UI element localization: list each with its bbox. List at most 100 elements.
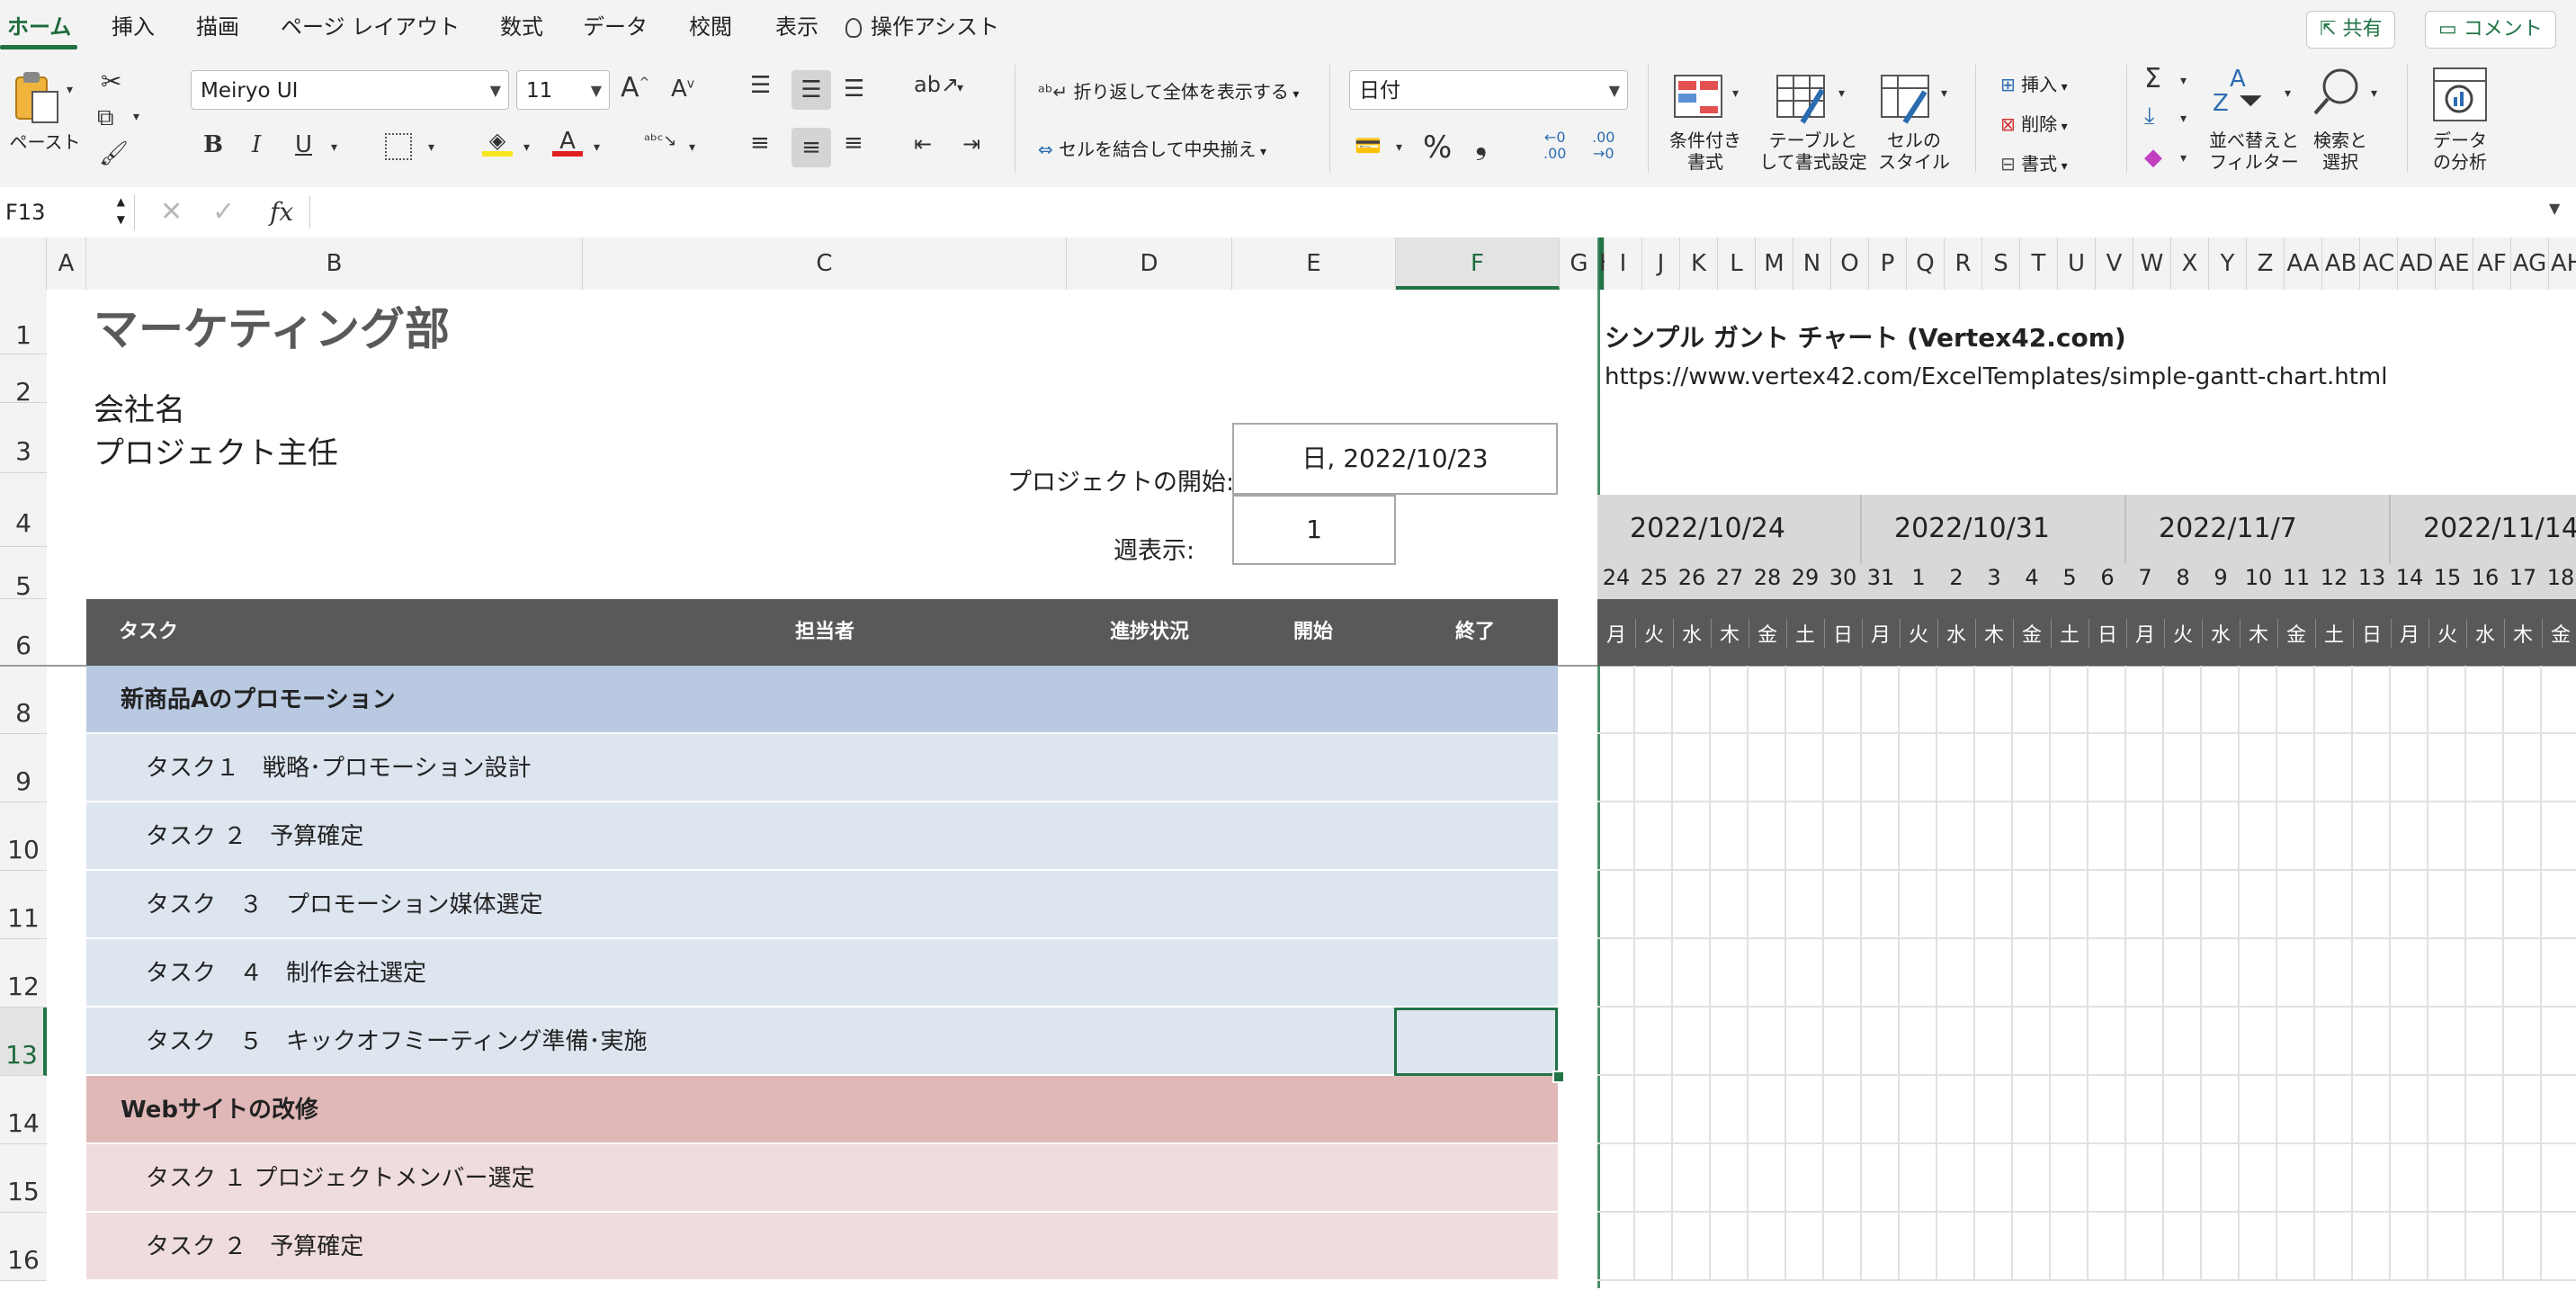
gantt-cell[interactable] — [2051, 734, 2089, 802]
gantt-cell[interactable] — [2013, 734, 2051, 802]
gantt-cell[interactable] — [1635, 939, 1673, 1008]
gantt-cell[interactable] — [1597, 871, 1635, 939]
gantt-cell[interactable] — [2089, 1008, 2126, 1076]
gantt-cell[interactable] — [1786, 939, 1824, 1008]
gantt-cell[interactable] — [2277, 871, 2315, 939]
gantt-cell[interactable] — [1900, 1213, 1937, 1281]
gantt-cell[interactable] — [1862, 871, 1900, 939]
gantt-cell[interactable] — [2277, 1008, 2315, 1076]
gantt-cell[interactable] — [1975, 734, 2013, 802]
gantt-cell[interactable] — [2202, 939, 2240, 1008]
gantt-cell[interactable] — [2466, 939, 2504, 1008]
orientation-dropdown-icon[interactable]: ▾ — [957, 81, 963, 95]
gantt-cell[interactable] — [1786, 734, 1824, 802]
gantt-cell[interactable] — [1824, 939, 1862, 1008]
paste-dropdown-icon[interactable]: ▾ — [67, 83, 73, 97]
gantt-cell[interactable] — [2428, 666, 2466, 734]
gantt-cell[interactable] — [2466, 666, 2504, 734]
gantt-cell[interactable] — [2315, 734, 2353, 802]
gantt-cell[interactable] — [2051, 1008, 2089, 1076]
gantt-cell[interactable] — [2428, 939, 2466, 1008]
gantt-cell[interactable] — [1597, 1213, 1635, 1281]
gantt-cell[interactable] — [2504, 1076, 2542, 1144]
gantt-cell[interactable] — [2504, 1213, 2542, 1281]
row-header-8[interactable]: 8 — [0, 666, 47, 734]
gantt-cell[interactable] — [1824, 734, 1862, 802]
gantt-cell[interactable] — [1824, 802, 1862, 871]
gantt-cell[interactable] — [2542, 871, 2576, 939]
align-middle-icon[interactable]: ☰ — [792, 70, 831, 110]
gantt-cell[interactable] — [1975, 802, 2013, 871]
gantt-cell[interactable] — [2353, 1008, 2391, 1076]
gantt-cell[interactable] — [2391, 1076, 2428, 1144]
decrease-font-icon[interactable]: Av — [671, 76, 694, 103]
sort-filter-dropdown-icon[interactable]: ▾ — [2285, 86, 2291, 101]
gantt-cell[interactable] — [2277, 1076, 2315, 1144]
gantt-cell[interactable] — [2202, 666, 2240, 734]
gantt-cell[interactable] — [1786, 666, 1824, 734]
gantt-cell[interactable] — [2504, 939, 2542, 1008]
column-header-x[interactable]: X — [2171, 237, 2209, 290]
gantt-cell[interactable] — [2089, 734, 2126, 802]
gantt-cell[interactable] — [1597, 734, 1635, 802]
sort-filter-icon[interactable]: AZ ⏷ — [2213, 67, 2263, 116]
gantt-cell[interactable] — [1937, 1213, 1975, 1281]
gantt-cell[interactable] — [2428, 1213, 2466, 1281]
gantt-cell[interactable] — [2391, 1144, 2428, 1213]
gantt-cell[interactable] — [1749, 802, 1786, 871]
gantt-cell[interactable] — [2504, 666, 2542, 734]
gantt-cell[interactable] — [2164, 1076, 2202, 1144]
gantt-cell[interactable] — [1597, 666, 1635, 734]
gantt-cell[interactable] — [1862, 1144, 1900, 1213]
gantt-cell[interactable] — [2089, 871, 2126, 939]
currency-icon[interactable]: 💳 — [1355, 133, 1382, 158]
row-header-6[interactable]: 6 — [0, 599, 47, 666]
gantt-cell[interactable] — [2428, 1076, 2466, 1144]
gantt-cell[interactable] — [1862, 1213, 1900, 1281]
gantt-cell[interactable] — [2466, 734, 2504, 802]
gantt-cell[interactable] — [1711, 939, 1749, 1008]
gantt-cell[interactable] — [2466, 802, 2504, 871]
gantt-cell[interactable] — [2051, 871, 2089, 939]
gantt-cell[interactable] — [2504, 871, 2542, 939]
gantt-cell[interactable] — [2277, 734, 2315, 802]
gantt-cell[interactable] — [1635, 871, 1673, 939]
gantt-cell[interactable] — [1937, 1008, 1975, 1076]
row-header-11[interactable]: 11 — [0, 871, 47, 939]
gantt-cell[interactable] — [2542, 1076, 2576, 1144]
gantt-cell[interactable] — [2202, 1076, 2240, 1144]
column-header-d[interactable]: D — [1067, 237, 1232, 290]
gantt-cell[interactable] — [1975, 666, 2013, 734]
gantt-cell[interactable] — [2277, 939, 2315, 1008]
gantt-cell[interactable] — [2277, 802, 2315, 871]
gantt-cell[interactable] — [1711, 871, 1749, 939]
gantt-cell[interactable] — [1900, 1076, 1937, 1144]
gantt-cell[interactable] — [1635, 734, 1673, 802]
gantt-cell[interactable] — [2353, 1076, 2391, 1144]
gantt-cell[interactable] — [2391, 802, 2428, 871]
fill-color-icon[interactable]: ◈ — [482, 128, 513, 157]
gantt-cell[interactable] — [2126, 666, 2164, 734]
gantt-cell[interactable] — [2428, 734, 2466, 802]
gantt-cell[interactable] — [2391, 1213, 2428, 1281]
gantt-cell[interactable] — [1862, 802, 1900, 871]
gantt-cell[interactable] — [2315, 1144, 2353, 1213]
gantt-cell[interactable] — [2051, 1144, 2089, 1213]
align-top-icon[interactable]: ☰ — [750, 72, 771, 99]
gantt-cell[interactable] — [1975, 1213, 2013, 1281]
gantt-cell[interactable] — [2126, 1008, 2164, 1076]
border-icon[interactable] — [385, 133, 412, 160]
gantt-cell[interactable] — [2428, 1008, 2466, 1076]
fill-dropdown-icon[interactable]: ▾ — [2180, 112, 2187, 126]
gantt-cell[interactable] — [1635, 666, 1673, 734]
gantt-cell[interactable] — [1635, 802, 1673, 871]
gantt-cell[interactable] — [1597, 1144, 1635, 1213]
border-dropdown-icon[interactable]: ▾ — [428, 140, 434, 155]
align-left-icon[interactable]: ≡ — [750, 130, 770, 157]
gantt-cell[interactable] — [1673, 871, 1711, 939]
row-header-9[interactable]: 9 — [0, 734, 47, 802]
gantt-cell[interactable] — [1635, 1213, 1673, 1281]
gantt-cell[interactable] — [2542, 1008, 2576, 1076]
gantt-cell[interactable] — [2164, 802, 2202, 871]
confirm-icon[interactable]: ✓ — [212, 194, 235, 230]
